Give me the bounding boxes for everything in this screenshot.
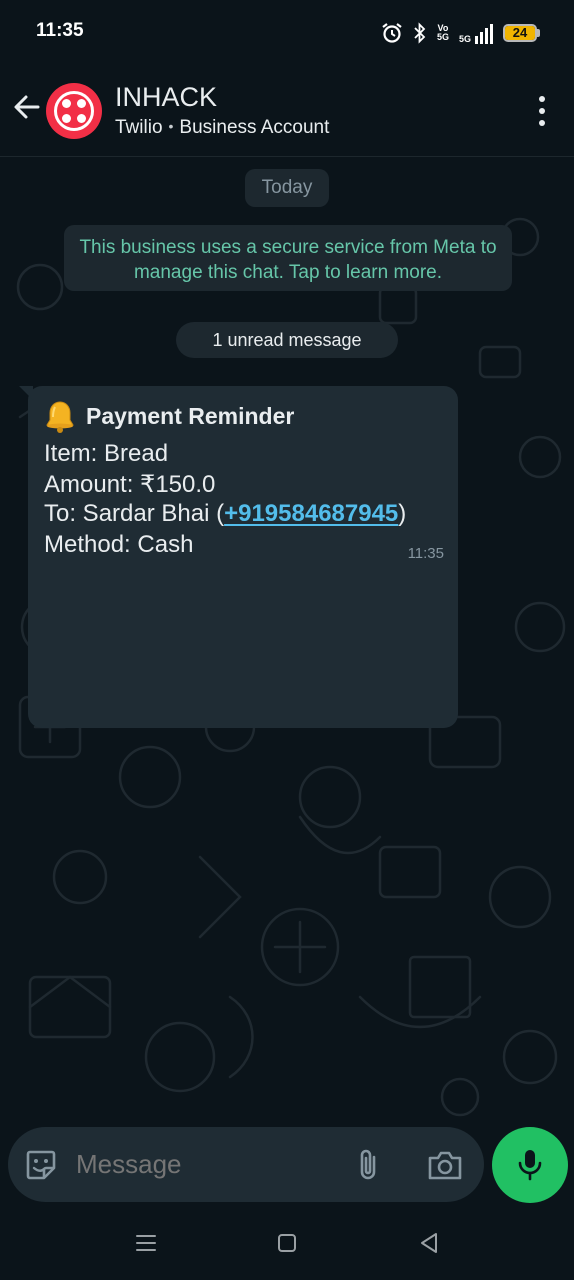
voice-message-button[interactable] [492,1127,568,1203]
volte-bottom-label: 5G [436,32,449,42]
battery-icon: 24 [503,24,540,42]
status-bar: 11:35 Vo 5G 5G 24 [0,0,574,64]
network-type-label: 5G [458,34,471,44]
message-amount-line: Amount: ₹150.0 [44,471,216,498]
bubble-tail [19,386,33,400]
contact-name[interactable]: INHACK [115,82,217,113]
more-options-icon[interactable] [538,96,546,126]
message-composer [0,1123,574,1213]
message-bubble[interactable]: Payment Reminder Item: Bread Amount: ₹15… [19,386,458,728]
microphone-icon [518,1150,542,1181]
message-input-container[interactable] [8,1127,484,1202]
message-method-line: Method: Cash [44,531,194,558]
signal-strength-icon: 5G [459,22,493,44]
status-icons: Vo 5G 5G 24 [381,20,540,46]
volte-indicator: Vo 5G [437,24,449,42]
subtitle-account-type: Business Account [179,117,330,138]
encryption-notice[interactable]: This business uses a secure service from… [64,225,512,291]
message-title-text: Payment Reminder [86,402,295,429]
avatar[interactable] [46,83,102,139]
chat-area[interactable]: Today This business uses a secure servic… [0,157,574,1123]
message-item-line: Item: Bread [44,440,169,467]
back-arrow-icon[interactable] [10,90,44,124]
message-to-prefix: To: Sardar Bhai ( [44,500,225,527]
message-to-line: To: Sardar Bhai (+919584687945) [44,500,406,528]
message-timestamp: 11:35 [407,545,444,562]
contact-subtitle[interactable]: Twilio • Business Account [115,117,329,139]
attachment-icon[interactable] [354,1147,384,1183]
subtitle-separator: • [168,118,174,134]
date-separator: Today [245,169,329,207]
chat-header: INHACK Twilio • Business Account [0,64,574,157]
message-title: Payment Reminder [44,399,294,433]
unread-indicator: 1 unread message [176,322,398,358]
system-navigation-bar [0,1213,574,1280]
camera-icon[interactable] [426,1148,464,1182]
phone-number-link[interactable]: +919584687945 [224,500,398,527]
twilio-logo-icon [54,91,94,131]
message-input[interactable] [76,1149,336,1180]
nav-back-icon[interactable] [418,1231,440,1255]
message-to-suffix: ) [398,500,407,527]
subtitle-company: Twilio [115,117,163,138]
sticker-icon[interactable] [24,1148,58,1182]
status-time: 11:35 [36,20,84,41]
battery-level: 24 [512,25,528,40]
recent-apps-icon[interactable] [135,1233,157,1253]
bluetooth-icon [414,22,426,44]
alarm-icon [382,23,402,43]
home-icon[interactable] [278,1234,296,1252]
bell-icon [46,401,74,433]
